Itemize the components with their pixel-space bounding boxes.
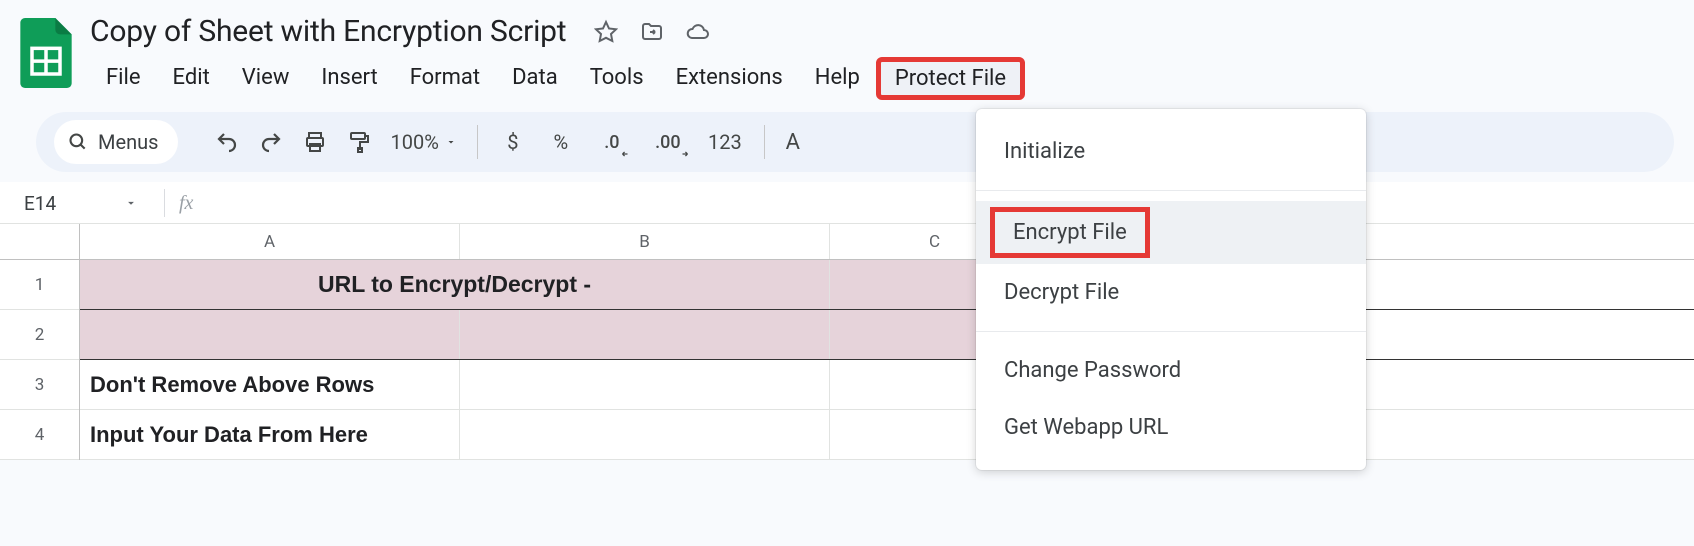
menu-insert[interactable]: Insert (305, 57, 393, 100)
dropdown-item-initialize[interactable]: Initialize (976, 123, 1366, 180)
menubar: File Edit View Insert Format Data Tools … (90, 57, 1674, 100)
search-icon (68, 132, 88, 152)
menus-search-chip[interactable]: Menus (54, 120, 178, 164)
dropdown-item-change-password[interactable]: Change Password (976, 342, 1366, 399)
row-header-4[interactable]: 4 (0, 410, 79, 460)
menu-extensions[interactable]: Extensions (660, 57, 799, 100)
menu-format[interactable]: Format (394, 57, 496, 100)
menus-label: Menus (98, 130, 158, 154)
currency-format-button[interactable]: $ (492, 130, 534, 154)
chevron-down-icon (124, 196, 138, 210)
arrow-right-icon (678, 149, 692, 159)
protect-file-dropdown: Initialize Encrypt File Decrypt File Cha… (976, 109, 1366, 470)
redo-icon (259, 130, 283, 154)
decrease-decimal-button[interactable]: .0 (588, 123, 636, 161)
cell-a1-merged[interactable]: URL to Encrypt/Decrypt - (80, 260, 830, 309)
cell-b2[interactable] (460, 310, 830, 359)
col-header-b[interactable]: B (460, 224, 830, 259)
menu-data[interactable]: Data (496, 57, 574, 100)
cell-b4[interactable] (460, 410, 830, 459)
paint-roller-icon (347, 130, 371, 154)
font-family-dropdown[interactable]: A (779, 130, 807, 155)
cell-a2[interactable] (80, 310, 460, 359)
toolbar: Menus 100% $ % .0 .00 123 A (36, 112, 1674, 172)
row-header-3[interactable]: 3 (0, 360, 79, 410)
cloud-status-icon[interactable] (686, 20, 710, 44)
sheets-logo[interactable] (20, 18, 72, 88)
undo-button[interactable] (208, 123, 246, 161)
cell-reference: E14 (24, 192, 56, 215)
row-header-1[interactable]: 1 (0, 260, 79, 310)
select-all-corner[interactable] (0, 224, 79, 260)
menu-tools[interactable]: Tools (574, 57, 660, 100)
menu-help[interactable]: Help (799, 57, 876, 100)
arrow-left-icon (618, 149, 632, 159)
increase-decimal-button[interactable]: .00 (642, 123, 694, 161)
spreadsheet-grid[interactable]: 1 2 3 4 A B C URL to Encrypt/Decrypt - D… (0, 224, 1694, 460)
formula-bar-fx-label: fx (179, 192, 193, 215)
paint-format-button[interactable] (340, 123, 378, 161)
menu-edit[interactable]: Edit (157, 57, 226, 100)
menu-view[interactable]: View (226, 57, 306, 100)
col-header-a[interactable]: A (80, 224, 460, 259)
zoom-value: 100% (390, 130, 438, 154)
number-format-button[interactable]: 123 (700, 130, 750, 154)
undo-icon (215, 130, 239, 154)
row-header-2[interactable]: 2 (0, 310, 79, 360)
dropdown-item-encrypt-file[interactable]: Encrypt File (990, 207, 1150, 258)
document-title[interactable]: Copy of Sheet with Encryption Script (90, 14, 566, 49)
dropdown-item-get-webapp-url[interactable]: Get Webapp URL (976, 399, 1366, 456)
redo-button[interactable] (252, 123, 290, 161)
zoom-dropdown[interactable]: 100% (384, 130, 462, 154)
star-icon[interactable] (594, 20, 618, 44)
move-to-folder-icon[interactable] (640, 20, 664, 44)
print-button[interactable] (296, 123, 334, 161)
menu-file[interactable]: File (90, 57, 157, 100)
percent-format-button[interactable]: % (540, 130, 582, 154)
cell-a3[interactable]: Don't Remove Above Rows (80, 360, 460, 409)
name-box[interactable]: E14 (20, 192, 150, 215)
cell-a4[interactable]: Input Your Data From Here (80, 410, 460, 459)
menu-protect-file[interactable]: Protect File (876, 57, 1025, 100)
dropdown-item-decrypt-file[interactable]: Decrypt File (976, 264, 1366, 321)
cell-b3[interactable] (460, 360, 830, 409)
print-icon (303, 130, 327, 154)
chevron-down-icon (445, 136, 457, 148)
